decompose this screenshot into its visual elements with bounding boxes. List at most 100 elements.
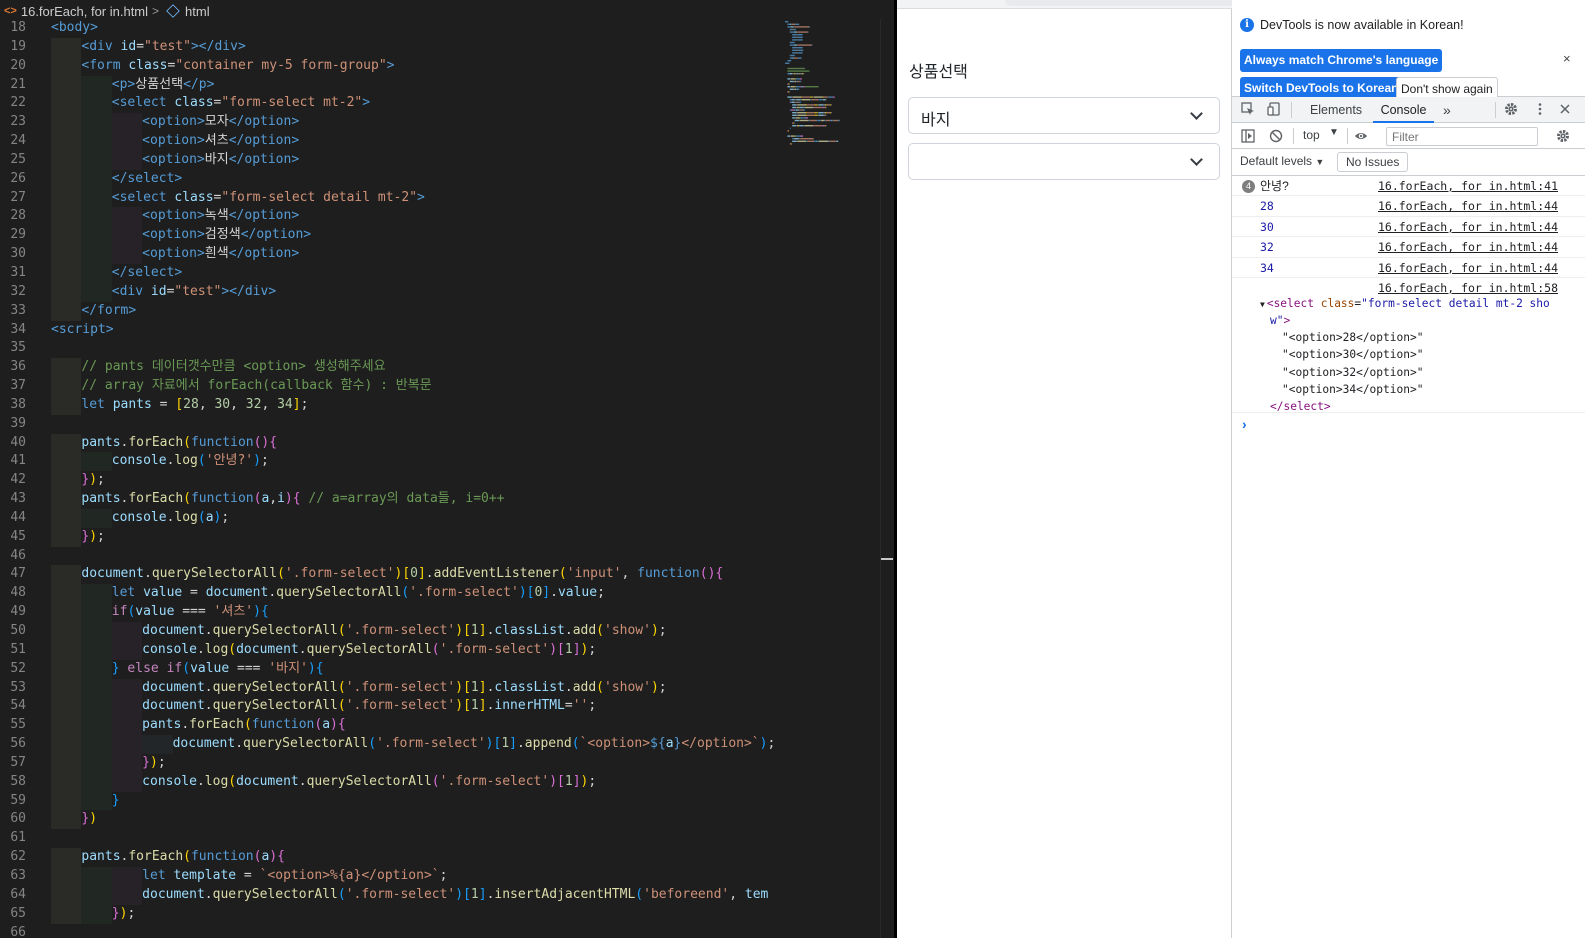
code-token: [ — [463, 886, 471, 902]
code-line[interactable]: 50 document.querySelectorAll('.form-selec… — [0, 622, 780, 641]
filter-input[interactable] — [1386, 127, 1538, 146]
code-line[interactable]: 53 document.querySelectorAll('.form-selec… — [0, 678, 780, 698]
minimap-mark — [835, 140, 837, 142]
code-line[interactable]: 19 <div id="test"></div> — [0, 37, 780, 57]
code-line[interactable]: 33 </form> — [0, 301, 780, 321]
clear-console-icon[interactable] — [1269, 129, 1283, 143]
breadcrumb-file[interactable]: 16.forEach, for in.html — [21, 4, 148, 19]
minimap-mark — [789, 88, 794, 90]
kebab-menu-icon[interactable] — [1533, 102, 1547, 116]
line-number: 56 — [10, 736, 26, 752]
code-line[interactable]: 55 pants.forEach(function(a){ — [0, 716, 780, 736]
dom-child-text[interactable]: "<option>28</option>" — [1282, 329, 1423, 346]
code-line[interactable]: 23 <option>모자</option> — [0, 113, 780, 133]
code-line[interactable]: 21 <p>상품선택</p> — [0, 75, 780, 95]
code-line[interactable]: 54 document.querySelectorAll('.form-selec… — [0, 697, 780, 717]
dom-line[interactable]: ▼ <select class="form-select detail mt-2 … — [1260, 295, 1550, 313]
code-line[interactable]: 51 console.log(document.querySelectorAll(… — [0, 640, 780, 660]
console-prompt[interactable]: › — [1242, 416, 1247, 432]
close-icon[interactable]: × — [1563, 51, 1571, 66]
source-link[interactable]: 16.forEach, for in.html:44 — [1378, 258, 1558, 278]
source-link[interactable]: 16.forEach, for in.html:44 — [1378, 237, 1558, 257]
log-levels-dropdown[interactable]: Default levels ▼ — [1240, 154, 1324, 168]
code-line[interactable]: 64 document.querySelectorAll('.form-selec… — [0, 885, 780, 905]
device-toolbar-icon[interactable] — [1267, 102, 1281, 116]
code-line[interactable]: 66 — [0, 924, 780, 938]
code-line[interactable]: 37 // array 자료에서 forEach(callback 함수) : 반… — [0, 377, 780, 396]
context-selector[interactable]: top — [1303, 128, 1320, 142]
code-line[interactable]: 60}) — [0, 810, 780, 830]
breadcrumb-node[interactable]: html — [185, 4, 210, 19]
code-line[interactable]: 49 if(value === '셔츠'){ — [0, 603, 780, 622]
source-link[interactable]: 16.forEach, for in.html:44 — [1378, 217, 1558, 237]
dom-line[interactable]: </select> — [1270, 398, 1331, 415]
code-line[interactable]: 47 document.querySelectorAll('.form-selec… — [0, 565, 780, 585]
code-line[interactable]: 59} — [0, 791, 780, 811]
code-editor[interactable]: <> 16.forEach, for in.html > html 18 <bod… — [0, 0, 895, 938]
scrollbar-thumb[interactable] — [881, 558, 893, 560]
code-line[interactable]: 27 <select class="form-select detail mt-2… — [0, 188, 780, 208]
code-line[interactable]: 34 <script> — [0, 321, 780, 340]
code-line[interactable]: 36 // pants 데이터갯수만큼 <option> 생성해주세요 — [0, 358, 780, 378]
code-line[interactable]: 42}); — [0, 471, 780, 491]
console-dom-tree[interactable]: 16.forEach, for in.html:58 ▼ <select class… — [1232, 278, 1585, 413]
more-tabs-icon[interactable]: » — [1443, 97, 1451, 123]
close-devtools-icon[interactable] — [1558, 102, 1572, 116]
code-lines[interactable]: 18 <body> 19 <div id="test"></div> 20 <form c… — [0, 19, 780, 938]
code-line[interactable]: 41 console.log('안녕?'); — [0, 452, 780, 472]
dom-child-text[interactable]: "<option>30</option>" — [1282, 346, 1423, 363]
code-line[interactable]: 31 </select> — [0, 263, 780, 283]
editor-scrollbar[interactable] — [880, 19, 894, 938]
code-line[interactable]: 39 — [0, 415, 780, 434]
code-line[interactable]: 35 — [0, 339, 780, 358]
code-line[interactable]: 63 let template = `<option>%{a}</option>`… — [0, 866, 780, 886]
code-line[interactable]: 29 <option>검정색</option> — [0, 226, 780, 246]
dom-child-text[interactable]: "<option>34</option>" — [1282, 381, 1423, 398]
code-line[interactable]: 38 let pants = [28, 30, 32, 34]; — [0, 395, 780, 415]
line-number: 30 — [10, 246, 26, 262]
code-line[interactable]: 22 <select class="form-select mt-2"> — [0, 94, 780, 114]
code-line[interactable]: 44 console.log(a); — [0, 508, 780, 528]
always-match-language-button[interactable]: Always match Chrome's language — [1240, 49, 1443, 72]
tab-console[interactable]: Console — [1373, 97, 1434, 123]
code-line[interactable]: 52} else if(value === '바지'){ — [0, 659, 780, 679]
code-line[interactable]: 20 <form class="container my-5 form-group… — [0, 56, 780, 76]
eye-icon[interactable] — [1354, 129, 1368, 143]
sidebar-toggle-icon[interactable] — [1241, 129, 1255, 143]
dom-line[interactable]: w"> — [1270, 312, 1290, 329]
code-line[interactable]: 56 document.querySelectorAll('.form-selec… — [0, 735, 780, 754]
console-settings-gear-icon[interactable] — [1556, 129, 1570, 143]
indent-guide — [51, 245, 82, 264]
code-token: 상품선택 — [135, 76, 184, 92]
code-line[interactable]: 32 <div id="test"></div> — [0, 282, 780, 302]
code-line[interactable]: 18 <body> — [0, 19, 780, 38]
code-line[interactable]: 61 — [0, 829, 780, 848]
code-line[interactable]: 28 <option>녹색</option> — [0, 207, 780, 227]
code-line[interactable]: 25 <option>바지</option> — [0, 150, 780, 170]
code-line[interactable]: 58 console.log(document.querySelectorAll(… — [0, 772, 780, 792]
code-token: insertAdjacentHTML — [494, 886, 636, 902]
source-link[interactable]: 16.forEach, for in.html:44 — [1378, 196, 1558, 216]
code-line[interactable]: 45}); — [0, 527, 780, 547]
code-line[interactable]: 30 <option>흰색</option> — [0, 245, 780, 264]
dom-child-text[interactable]: "<option>32</option>" — [1282, 364, 1423, 381]
product-select[interactable]: 바지 — [908, 97, 1220, 134]
code-line[interactable]: 40 pants.forEach(function(){ — [0, 433, 780, 453]
code-line[interactable]: 65}); — [0, 904, 780, 924]
code-line[interactable]: 62 pants.forEach(function(a){ — [0, 848, 780, 867]
issues-button[interactable]: No Issues — [1337, 152, 1409, 172]
code-token: 'beforeend' — [643, 886, 730, 902]
code-line[interactable]: 24 <option>셔츠</option> — [0, 132, 780, 151]
gear-icon[interactable] — [1504, 102, 1518, 116]
code-line[interactable]: 57}); — [0, 753, 780, 773]
code-line[interactable]: 26 </select> — [0, 169, 780, 189]
detail-select[interactable] — [908, 143, 1220, 180]
code-line[interactable]: 43 pants.forEach(function(a,i){ // a=arra… — [0, 490, 780, 509]
inspect-element-icon[interactable] — [1241, 102, 1255, 116]
minimap-mark — [798, 106, 800, 109]
minimap[interactable] — [780, 19, 880, 938]
source-link[interactable]: 16.forEach, for in.html:41 — [1378, 176, 1558, 196]
code-line[interactable]: 48 let value = document.querySelectorAll(… — [0, 584, 780, 604]
code-line[interactable]: 46 — [0, 547, 780, 566]
tab-elements[interactable]: Elements — [1300, 97, 1372, 123]
